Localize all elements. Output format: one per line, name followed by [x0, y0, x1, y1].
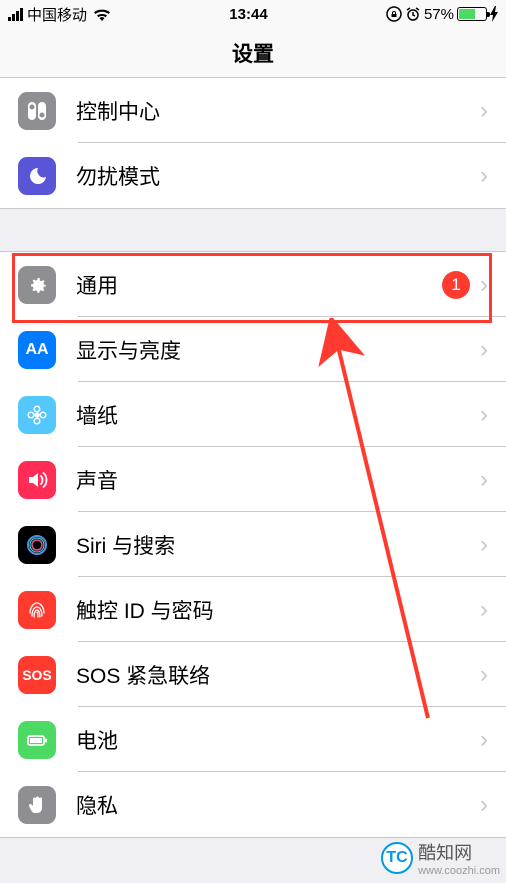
status-bar: 中国移动 13:44 57%	[0, 0, 506, 28]
alarm-icon	[405, 6, 421, 22]
row-label: 触控 ID 与密码	[76, 595, 480, 625]
chevron-right-icon: ›	[480, 97, 488, 125]
status-right: 57%	[386, 6, 498, 23]
row-do-not-disturb[interactable]: 勿扰模式 ›	[0, 143, 506, 208]
gear-icon	[18, 266, 56, 304]
chevron-right-icon: ›	[480, 661, 488, 689]
watermark-logo: TC	[381, 842, 413, 874]
row-display-brightness[interactable]: AA 显示与亮度 ›	[0, 317, 506, 382]
notification-badge: 1	[442, 271, 470, 299]
sos-icon: SOS	[18, 656, 56, 694]
settings-group-1: 控制中心 › 勿扰模式 ›	[0, 78, 506, 209]
battery-icon	[457, 7, 487, 21]
row-control-center[interactable]: 控制中心 ›	[0, 78, 506, 143]
row-label: 通用	[76, 270, 442, 300]
row-battery[interactable]: 电池 ›	[0, 707, 506, 772]
watermark: TC 酷知网 www.coozhi.com	[381, 839, 500, 877]
lock-rotation-icon	[386, 6, 402, 22]
chevron-right-icon: ›	[480, 791, 488, 819]
chevron-right-icon: ›	[480, 531, 488, 559]
chevron-right-icon: ›	[480, 401, 488, 429]
group-gap	[0, 209, 506, 251]
carrier-label: 中国移动	[27, 4, 87, 25]
chevron-right-icon: ›	[480, 596, 488, 624]
row-label: 隐私	[76, 790, 480, 820]
battery-setting-icon	[18, 721, 56, 759]
row-sos[interactable]: SOS SOS 紧急联络 ›	[0, 642, 506, 707]
row-label: 声音	[76, 465, 480, 495]
wifi-icon	[93, 8, 111, 21]
flower-icon	[18, 396, 56, 434]
row-label: 控制中心	[76, 96, 480, 126]
row-label: 勿扰模式	[76, 161, 480, 191]
status-left: 中国移动	[8, 4, 111, 25]
hand-icon	[18, 786, 56, 824]
text-size-icon: AA	[18, 331, 56, 369]
battery-percentage: 57%	[424, 6, 454, 23]
siri-icon	[18, 526, 56, 564]
settings-group-2: 通用 1 › AA 显示与亮度 › 墙纸 › 声音 › Siri 与搜索 › 触…	[0, 251, 506, 838]
row-label: SOS 紧急联络	[76, 660, 480, 690]
charging-icon	[490, 6, 498, 22]
control-center-icon	[18, 92, 56, 130]
signal-icon	[8, 8, 23, 21]
row-general[interactable]: 通用 1 ›	[0, 252, 506, 317]
chevron-right-icon: ›	[480, 162, 488, 190]
status-time: 13:44	[229, 6, 267, 23]
row-label: 墙纸	[76, 400, 480, 430]
row-siri-search[interactable]: Siri 与搜索 ›	[0, 512, 506, 577]
nav-header: 设置	[0, 28, 506, 78]
row-privacy[interactable]: 隐私 ›	[0, 772, 506, 837]
moon-icon	[18, 157, 56, 195]
speaker-icon	[18, 461, 56, 499]
chevron-right-icon: ›	[480, 466, 488, 494]
row-label: Siri 与搜索	[76, 530, 480, 560]
fingerprint-icon	[18, 591, 56, 629]
row-touch-id[interactable]: 触控 ID 与密码 ›	[0, 577, 506, 642]
row-label: 显示与亮度	[76, 335, 480, 365]
watermark-url: www.coozhi.com	[418, 865, 500, 877]
chevron-right-icon: ›	[480, 271, 488, 299]
watermark-name: 酷知网	[418, 839, 500, 865]
row-wallpaper[interactable]: 墙纸 ›	[0, 382, 506, 447]
chevron-right-icon: ›	[480, 336, 488, 364]
page-title: 设置	[232, 38, 274, 68]
row-sound[interactable]: 声音 ›	[0, 447, 506, 512]
row-label: 电池	[76, 725, 480, 755]
chevron-right-icon: ›	[480, 726, 488, 754]
